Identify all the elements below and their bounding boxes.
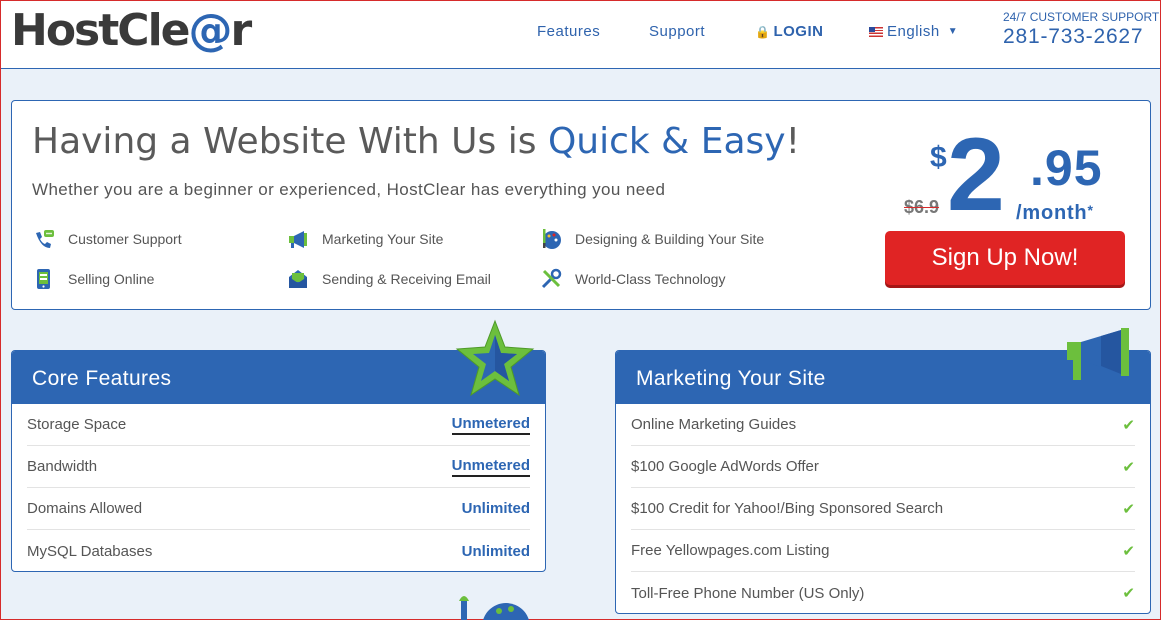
logo-text-end: r (230, 5, 253, 56)
hero-subtitle: Whether you are a beginner or experience… (32, 180, 666, 199)
feature-label: Designing & Building Your Site (575, 231, 765, 247)
logo-at: @ (188, 5, 233, 56)
feature-designing[interactable]: Designing & Building Your Site (539, 229, 764, 249)
list-item-label: $100 Google AdWords Offer (631, 458, 819, 475)
price-old: $6.9 (904, 197, 940, 217)
row-label: MySQL Databases (27, 542, 153, 560)
price-asterisk: * (1087, 202, 1094, 218)
list-item-label: $100 Credit for Yahoo!/Bing Sponsored Se… (631, 500, 944, 517)
list-item: Free Yellowpages.com Listing ✔ (631, 530, 1135, 572)
nav-features[interactable]: Features (537, 23, 600, 40)
price-currency: $ (930, 141, 947, 174)
palette-icon (539, 229, 563, 249)
tools-icon (539, 268, 563, 289)
checkmark-icon: ✔ (1122, 458, 1135, 476)
feature-marketing[interactable]: Marketing Your Site (286, 229, 443, 249)
table-row: MySQL Databases Unlimited (27, 530, 530, 571)
checkmark-icon: ✔ (1122, 500, 1135, 518)
table-row: Domains Allowed Unlimited (27, 488, 530, 530)
hostclear-logo[interactable]: HostCle@r (11, 5, 253, 56)
login-label: LOGIN (773, 23, 824, 40)
list-item: $100 Google AdWords Offer ✔ (631, 446, 1135, 488)
support-label: 24/7 CUSTOMER SUPPORT (1003, 10, 1160, 24)
feature-email[interactable]: Sending & Receiving Email (286, 269, 491, 289)
mobile-store-icon (32, 269, 56, 289)
table-row: Storage Space Unmetered (27, 404, 530, 446)
feature-label: Marketing Your Site (322, 231, 444, 247)
feature-customer-support[interactable]: Customer Support (32, 229, 182, 249)
language-selector[interactable]: English ▼ (869, 23, 958, 40)
signup-button[interactable]: Sign Up Now! (885, 231, 1125, 285)
hero-panel: Having a Website With Us is Quick & Easy… (11, 100, 1151, 310)
feature-label: World-Class Technology (575, 271, 726, 287)
row-label: Domains Allowed (27, 500, 143, 517)
list-item-label: Toll-Free Phone Number (US Only) (631, 584, 865, 602)
feature-selling-online[interactable]: Selling Online (32, 269, 154, 289)
row-value: Unlimited (461, 500, 530, 517)
list-item: Toll-Free Phone Number (US Only) ✔ (631, 572, 1135, 613)
caret-down-icon: ▼ (947, 26, 959, 37)
megaphone-badge-icon (1065, 326, 1135, 387)
envelope-icon (286, 269, 310, 289)
checkmark-icon: ✔ (1122, 542, 1135, 560)
row-value-link[interactable]: Unmetered (451, 457, 530, 477)
nav-support[interactable]: Support (649, 23, 705, 40)
hero-title-highlight: Quick & Easy (547, 121, 786, 162)
list-item-label: Online Marketing Guides (631, 416, 797, 433)
row-value: Unlimited (461, 542, 530, 560)
paintbrush-globe-icon (451, 593, 541, 620)
hero-title-plain: Having a Website With Us is (32, 121, 548, 162)
hero-title-end: ! (785, 121, 800, 162)
hero-title: Having a Website With Us is Quick & Easy… (32, 121, 800, 162)
row-label: Bandwidth (27, 458, 98, 475)
list-item: Online Marketing Guides ✔ (631, 404, 1135, 446)
feature-label: Selling Online (68, 271, 155, 287)
feature-label: Customer Support (68, 231, 182, 247)
list-item-label: Free Yellowpages.com Listing (631, 542, 830, 559)
marketing-panel: Marketing Your Site Online Marketing Gui… (615, 350, 1151, 614)
list-item: $100 Credit for Yahoo!/Bing Sponsored Se… (631, 488, 1135, 530)
price-cents: .95 (1030, 140, 1103, 196)
checkmark-icon: ✔ (1122, 416, 1135, 434)
site-header: HostCle@r Features Support 🔒 LOGIN Englis… (1, 1, 1160, 69)
feature-label: Sending & Receiving Email (322, 271, 491, 287)
support-phone[interactable]: 281-733-2627 (1003, 25, 1143, 49)
price-whole: 2 (947, 117, 1005, 233)
table-row: Bandwidth Unmetered (27, 446, 530, 488)
price-period: /month* (1016, 202, 1094, 225)
lock-icon: 🔒 (755, 25, 771, 39)
phone-chat-icon (32, 229, 56, 249)
feature-technology[interactable]: World-Class Technology (539, 268, 726, 289)
language-label: English (887, 23, 940, 40)
row-label: Storage Space (27, 416, 127, 433)
logo-text: HostCle (11, 5, 190, 56)
nav-login[interactable]: 🔒 LOGIN (755, 23, 823, 40)
checkmark-icon: ✔ (1122, 585, 1135, 602)
price-period-text: /month (1016, 202, 1088, 224)
star-icon (453, 319, 537, 404)
row-value-link[interactable]: Unmetered (451, 415, 530, 435)
us-flag-icon (869, 26, 883, 37)
megaphone-icon (286, 229, 310, 249)
